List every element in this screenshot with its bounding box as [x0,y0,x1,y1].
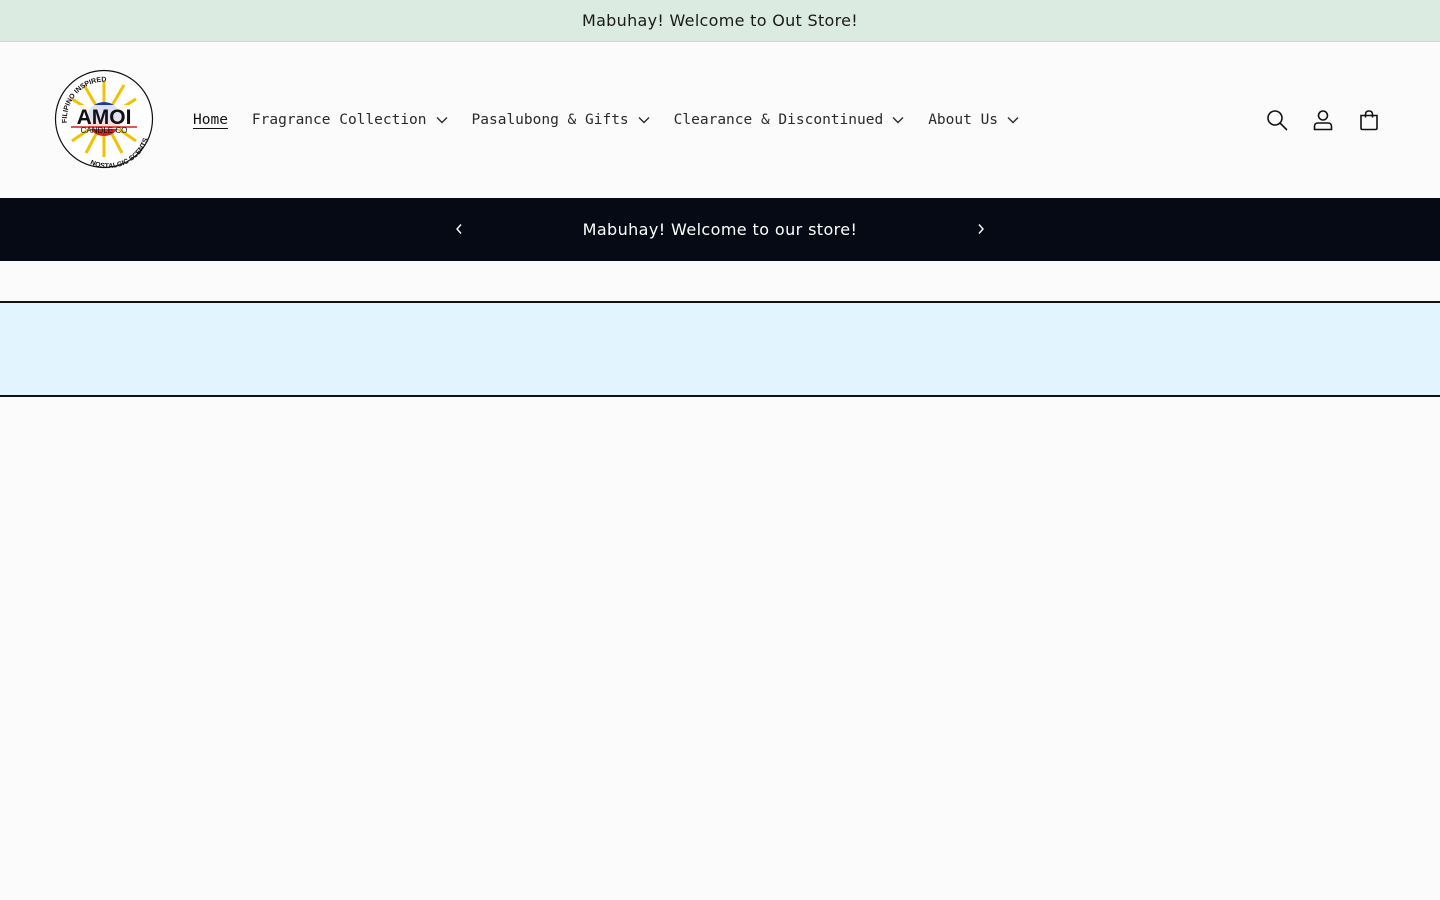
search-icon [1267,110,1288,131]
account-icon [1313,110,1333,131]
chevron-down-icon [892,117,904,124]
next-announcement-button[interactable] [966,214,996,244]
chevron-down-icon [436,117,448,124]
announcement-text: Mabuhay! Welcome to our store! [582,220,858,239]
previous-announcement-button[interactable] [444,214,474,244]
nav-item-label: About Us [928,112,999,128]
main-navigation: Home Fragrance Collection Pasalubong & G… [181,104,1031,136]
header-icons [1254,102,1392,138]
chevron-down-icon [638,117,650,124]
light-blue-banner [0,301,1440,397]
nav-item-label: Home [193,112,228,128]
nav-item-label: Fragrance Collection [251,112,427,128]
nav-item-about-us[interactable]: About Us [916,104,1031,136]
nav-item-fragrance-collection[interactable]: Fragrance Collection [240,104,460,136]
top-announcement-bar: Mabuhay! Welcome to Out Store! [0,0,1440,42]
nav-item-label: Clearance & Discontinued [673,112,884,128]
nav-item-label: Pasalubong & Gifts [471,112,629,128]
nav-item-clearance-discontinued[interactable]: Clearance & Discontinued [662,104,917,136]
cart-icon [1360,110,1378,131]
search-button[interactable] [1254,102,1300,138]
nav-item-pasalubong-gifts[interactable]: Pasalubong & Gifts [460,104,662,136]
account-button[interactable] [1300,102,1346,138]
announcement-slider: Mabuhay! Welcome to our store! [0,198,1440,261]
chevron-right-icon [978,224,984,234]
site-header: AMOI CANDLE CO FILIPINO INSPIRED NOSTALG… [0,42,1440,198]
chevron-left-icon [456,224,462,234]
top-announcement-text: Mabuhay! Welcome to Out Store! [581,11,859,30]
logo-subname: CANDLE CO [81,126,128,135]
logo-emblem: AMOI CANDLE CO FILIPINO INSPIRED NOSTALG… [54,69,154,170]
cart-button[interactable] [1346,102,1392,138]
nav-item-home[interactable]: Home [181,104,240,136]
store-logo[interactable]: AMOI CANDLE CO FILIPINO INSPIRED NOSTALG… [54,69,154,170]
chevron-down-icon [1007,117,1019,124]
